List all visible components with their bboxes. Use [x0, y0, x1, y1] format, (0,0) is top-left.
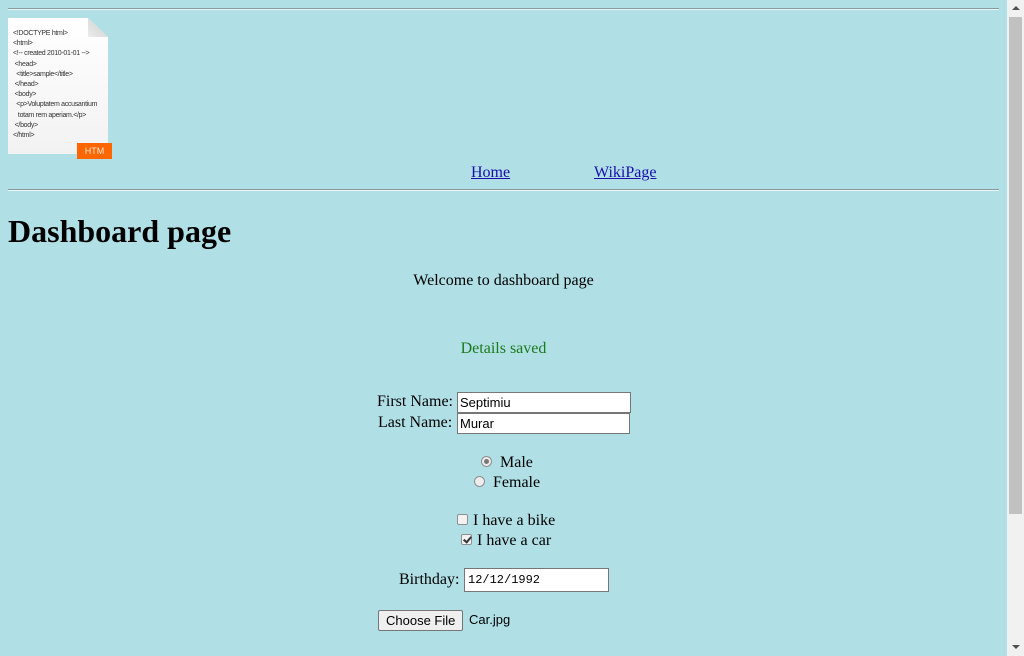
bike-label: I have a bike	[473, 512, 556, 529]
gender-male-radio[interactable]	[481, 456, 492, 467]
first-name-input[interactable]: Septimiu	[457, 392, 631, 413]
birthday-date-input[interactable]: 12/12/1992	[464, 568, 609, 592]
page-title: Dashboard page	[8, 213, 232, 249]
scroll-down-arrow-icon[interactable]	[1007, 639, 1024, 656]
choose-file-button[interactable]: Choose File	[378, 610, 464, 631]
logo-code: <!DOCTYPE html> <html> <!-- created 2010-0…	[13, 29, 97, 141]
logo-code-line: <!-- created 2010-01-01 -->	[13, 50, 90, 58]
logo-page-fold	[88, 18, 108, 37]
gender-male-label: Male	[500, 454, 533, 471]
logo-document: <!DOCTYPE html> <html> <!-- created 2010-0…	[8, 18, 108, 154]
birthday-label: Birthday:	[399, 571, 460, 588]
last-name-input[interactable]: Murar	[457, 413, 630, 434]
gender-female-label: Female	[493, 474, 541, 491]
status-message: Details saved	[460, 340, 547, 357]
logo-code-line: </html>	[13, 132, 35, 140]
nav-home-link[interactable]: Home	[471, 164, 510, 182]
selected-file-name: Car.jpg	[469, 612, 511, 627]
nav-divider	[8, 189, 999, 191]
logo-tag: HTM	[77, 143, 112, 159]
top-divider	[8, 8, 999, 10]
logo-code-line: totam rem aperiam.</p>	[13, 111, 87, 119]
logo-code-line: <body>	[13, 91, 37, 99]
logo-code-line: <html>	[13, 40, 33, 48]
logo-code-line: </head>	[13, 81, 39, 89]
scroll-thumb[interactable]	[1009, 17, 1022, 514]
logo-code-line: <p>Voluptatem accusantium	[13, 101, 98, 109]
first-name-label: First Name:	[377, 393, 453, 410]
logo-code-line: <!DOCTYPE html>	[13, 30, 68, 37]
bike-checkbox[interactable]	[457, 514, 468, 525]
welcome-text: Welcome to dashboard page	[413, 272, 594, 289]
car-label: I have a car	[477, 532, 552, 549]
nav-wiki-link[interactable]: WikiPage	[594, 164, 656, 182]
gender-female-radio[interactable]	[474, 476, 485, 487]
car-checkbox[interactable]	[461, 534, 472, 545]
last-name-label: Last Name:	[378, 414, 453, 431]
page: <!DOCTYPE html> <html> <!-- created 2010-0…	[0, 0, 1007, 656]
logo-code-line: <head>	[13, 60, 37, 68]
html-file-logo: <!DOCTYPE html> <html> <!-- created 2010-0…	[8, 18, 112, 160]
logo-code-line: <title>sample</title>	[13, 70, 73, 78]
scroll-up-arrow-icon[interactable]	[1007, 0, 1024, 17]
logo-code-line: </body>	[13, 121, 39, 129]
vertical-scrollbar[interactable]	[1007, 0, 1024, 656]
